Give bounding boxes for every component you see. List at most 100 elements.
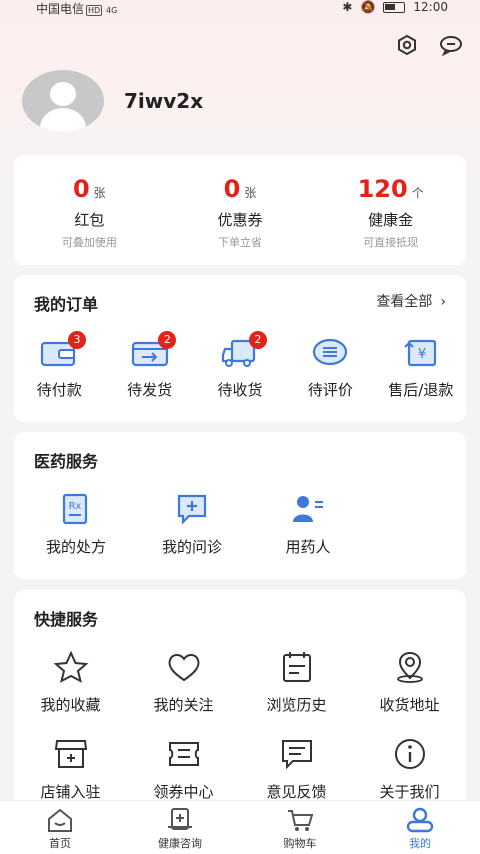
medical-services-card: 医药服务 Rx 我的处方 我的问诊 用药人	[14, 432, 466, 579]
order-status-row: 3 待付款 2 待发货 2 待收货 待评价 ¥ 售后/退款	[14, 331, 466, 400]
nav-label: 健康咨询	[158, 837, 202, 850]
status-bar: 中国电信 HD 4G ✱ 🔕 12:00	[0, 0, 480, 16]
my-prescription[interactable]: Rx 我的处方	[22, 492, 130, 557]
health-consult-icon	[168, 808, 192, 830]
quick-label: 收货地址	[379, 696, 440, 714]
battery-icon	[383, 1, 406, 13]
quick-label: 我的关注	[153, 696, 214, 714]
order-label: 待收货	[217, 381, 263, 399]
prescription-icon: Rx	[62, 493, 88, 525]
order-label: 待评价	[307, 381, 353, 399]
asset-value: 0	[223, 175, 241, 203]
coupon-center[interactable]: 领券中心	[127, 737, 240, 802]
browse-history[interactable]: 浏览历史	[240, 650, 353, 715]
order-label: 待发货	[127, 381, 173, 399]
asset-value: 120	[357, 175, 408, 203]
asset-sub: 可直接抵现	[363, 236, 419, 249]
badge-count: 2	[158, 331, 177, 349]
quick-label: 关于我们	[379, 783, 440, 801]
carrier-name: 中国电信 HD 4G	[36, 2, 118, 16]
bluetooth-icon: ✱	[342, 0, 353, 14]
chevron-right-icon: ›	[440, 294, 446, 310]
coupon-icon	[168, 742, 199, 766]
view-all-orders-link[interactable]: 查看全部 ›	[376, 291, 446, 311]
asset-coupon[interactable]: 0张 优惠券 下单立省	[165, 155, 316, 265]
shipping-address[interactable]: 收货地址	[353, 650, 466, 715]
quick-services-grid: 我的收藏 我的关注 浏览历史 收货地址 店铺入驻 领券中心 意见反馈 关于我们	[14, 650, 466, 802]
consultation-icon	[177, 494, 207, 525]
medical-title: 医药服务	[34, 452, 99, 471]
asset-label: 红包	[74, 211, 105, 229]
mute-icon: 🔕	[360, 0, 376, 14]
nav-health-consult[interactable]: 健康咨询	[120, 801, 240, 854]
profile-header[interactable]: 7iwv2x	[22, 70, 203, 132]
my-favorites[interactable]: 我的收藏	[14, 650, 127, 715]
nav-profile[interactable]: 我的	[360, 801, 480, 854]
asset-sub: 下单立省	[218, 236, 262, 249]
order-after-sales[interactable]: ¥ 售后/退款	[376, 337, 466, 400]
nav-label: 购物车	[283, 837, 317, 850]
my-consultation[interactable]: 我的问诊	[138, 492, 246, 557]
history-icon	[282, 652, 311, 682]
quick-services-card: 快捷服务 我的收藏 我的关注 浏览历史 收货地址 店铺入驻 领券中心 意见反馈 …	[14, 590, 466, 810]
asset-label: 优惠券	[217, 211, 263, 229]
store-icon	[54, 740, 87, 768]
quick-title: 快捷服务	[34, 610, 99, 629]
orders-title: 我的订单	[34, 295, 99, 314]
signal-indicator: 4G	[106, 6, 118, 15]
nav-home[interactable]: 首页	[0, 801, 120, 854]
quick-label: 浏览历史	[266, 696, 327, 714]
asset-red-packet[interactable]: 0张 红包 可叠加使用	[14, 155, 165, 265]
bottom-navigation: 首页 健康咨询 购物车 我的	[0, 800, 480, 854]
heart-icon	[168, 654, 199, 682]
avatar[interactable]	[22, 70, 104, 132]
store-join[interactable]: 店铺入驻	[14, 737, 127, 802]
asset-unit: 张	[93, 186, 106, 200]
order-label: 待付款	[36, 381, 82, 399]
order-pending-receipt[interactable]: 2 待收货	[195, 331, 285, 400]
quick-label: 我的收藏	[40, 696, 101, 714]
service-label: 我的处方	[45, 538, 106, 556]
orders-card: 我的订单 查看全部 › 3 待付款 2 待发货 2 待收货 待评价 ¥ 售后/退…	[14, 275, 466, 422]
medical-services-row: Rx 我的处方 我的问诊 用药人	[14, 492, 374, 557]
cart-icon	[288, 810, 314, 831]
asset-value: 0	[72, 175, 90, 203]
message-icon[interactable]	[438, 32, 464, 58]
badge-count: 3	[68, 331, 86, 349]
star-icon	[53, 650, 88, 683]
svg-text:Rx: Rx	[69, 501, 82, 512]
info-icon	[394, 739, 425, 769]
my-follows[interactable]: 我的关注	[127, 650, 240, 715]
asset-sub: 可叠加使用	[61, 236, 117, 249]
username: 7iwv2x	[124, 89, 204, 113]
quick-label: 店铺入驻	[40, 783, 101, 801]
hd-badge: HD	[86, 5, 103, 16]
nav-cart[interactable]: 购物车	[240, 801, 360, 854]
asset-label: 健康金	[368, 211, 414, 229]
feedback[interactable]: 意见反馈	[240, 737, 353, 802]
nav-label: 我的	[409, 837, 431, 850]
order-pending-shipment[interactable]: 2 待发货	[104, 331, 194, 400]
order-label: 售后/退款	[388, 381, 454, 399]
refund-icon: ¥	[404, 339, 436, 367]
asset-health-gold[interactable]: 120 个 健康金 可直接抵现	[315, 155, 466, 265]
asset-unit: 个	[411, 186, 424, 200]
settings-icon[interactable]	[394, 32, 420, 58]
svg-text:¥: ¥	[418, 347, 426, 362]
about-us[interactable]: 关于我们	[353, 737, 466, 802]
assets-card: 0张 红包 可叠加使用 0张 优惠券 下单立省 120 个 健康金 可直接抵现	[14, 155, 466, 265]
asset-unit: 张	[244, 186, 257, 200]
order-pending-review[interactable]: 待评价	[285, 337, 375, 400]
service-label: 用药人	[285, 538, 331, 556]
badge-count: 2	[248, 331, 267, 349]
location-icon	[396, 651, 423, 683]
clock: 12:00	[413, 0, 448, 14]
quick-label: 意见反馈	[266, 783, 327, 801]
comment-icon	[313, 338, 348, 366]
medication-user[interactable]: 用药人	[254, 492, 362, 557]
order-pending-payment[interactable]: 3 待付款	[14, 331, 104, 400]
feedback-icon	[281, 740, 312, 770]
profile-icon	[406, 807, 434, 833]
header-actions	[394, 32, 464, 58]
nav-label: 首页	[49, 837, 71, 850]
